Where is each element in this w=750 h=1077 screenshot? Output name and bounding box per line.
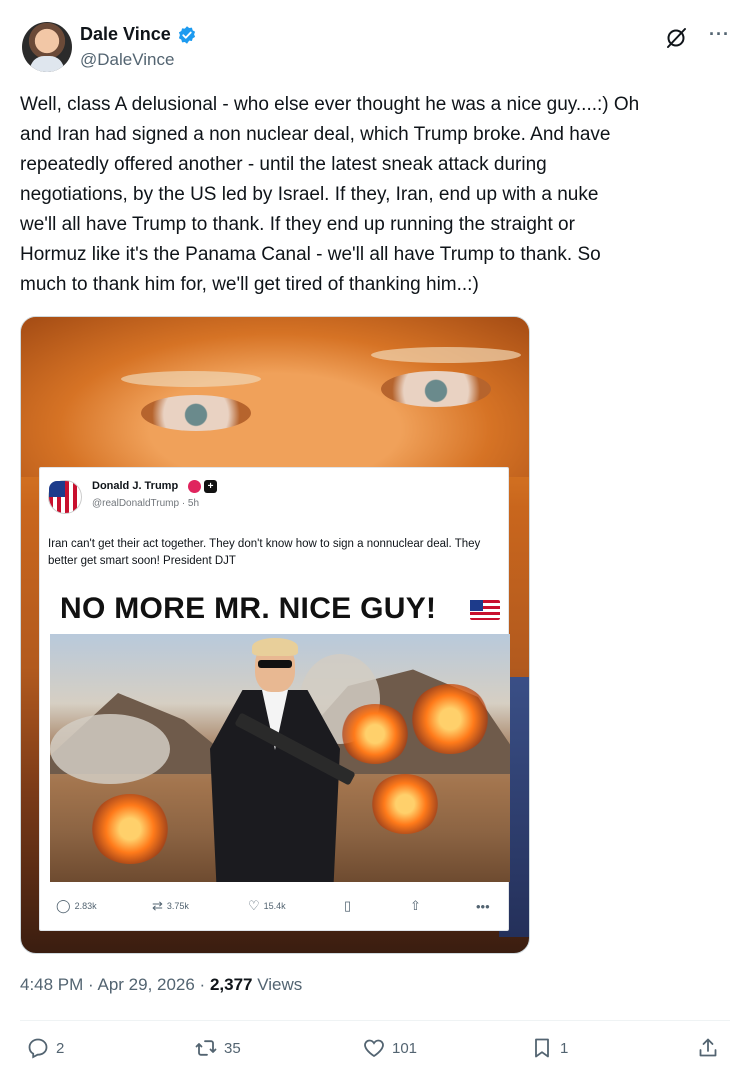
repost-button[interactable]: 35 bbox=[194, 1036, 241, 1060]
repost-icon bbox=[195, 1040, 217, 1056]
embedded-plus-icon: + bbox=[204, 480, 217, 493]
like-button[interactable]: 101 bbox=[362, 1036, 417, 1060]
like-count: 101 bbox=[392, 1039, 418, 1057]
share-button[interactable] bbox=[696, 1036, 720, 1060]
tweet-text: Well, class A delusional - who else ever… bbox=[20, 94, 640, 295]
embedded-actions: ◯ 2.83k ⇄ 3.75k ♡ 15.4k ▯ ⇧ ••• bbox=[56, 898, 496, 914]
embedded-like-count: 15.4k bbox=[263, 901, 286, 911]
eye-left bbox=[141, 395, 251, 431]
embedded-repost-count: 3.75k bbox=[166, 901, 189, 911]
divider bbox=[20, 1020, 730, 1021]
embedded-share: ⇧ bbox=[410, 898, 476, 914]
embedded-scene-image bbox=[50, 634, 510, 882]
embedded-handle: @realDonaldTrump · 5h bbox=[92, 498, 200, 509]
embedded-repost-icon: ⇄ bbox=[152, 898, 163, 913]
embedded-avatar bbox=[48, 480, 82, 514]
tweet-media-image[interactable]: Donald J. Trump + @realDonaldTrump · 5h … bbox=[20, 316, 530, 954]
post-header: Dale Vince @DaleVince ··· bbox=[20, 18, 730, 74]
embedded-like: ♡ 15.4k bbox=[248, 898, 344, 914]
us-flag-icon bbox=[470, 600, 500, 620]
embedded-post-card: Donald J. Trump + @realDonaldTrump · 5h … bbox=[39, 467, 510, 931]
embedded-share-icon: ⇧ bbox=[410, 898, 421, 913]
repost-count: 35 bbox=[224, 1039, 241, 1057]
verified-badge-icon bbox=[178, 25, 195, 44]
embedded-reply-count: 2.83k bbox=[74, 901, 97, 911]
embedded-verified-icon bbox=[188, 480, 201, 493]
embedded-repost: ⇄ 3.75k bbox=[152, 898, 248, 914]
post-timestamp[interactable]: 4:48 PM · Apr 29, 2026 · bbox=[20, 975, 210, 994]
grok-icon[interactable] bbox=[664, 26, 688, 50]
action-bar: 2 35 101 1 bbox=[20, 1036, 730, 1066]
author-name[interactable]: Dale Vince bbox=[80, 24, 171, 45]
embedded-reply-icon: ◯ bbox=[56, 898, 71, 913]
embedded-post-text: Iran can't get their act together. They … bbox=[48, 538, 481, 567]
embedded-like-icon: ♡ bbox=[248, 898, 260, 913]
post-meta: 4:48 PM · Apr 29, 2026 · 2,377 Views bbox=[20, 975, 302, 995]
share-icon bbox=[699, 1038, 717, 1057]
views-count: 2,377 bbox=[209, 975, 253, 994]
author-avatar[interactable] bbox=[22, 22, 72, 72]
reply-icon bbox=[28, 1038, 48, 1059]
figure-silhouette bbox=[200, 638, 356, 882]
embedded-more-icon: ••• bbox=[476, 898, 490, 914]
heart-icon bbox=[364, 1039, 384, 1058]
embedded-reply: ◯ 2.83k bbox=[56, 898, 152, 914]
embedded-bookmark: ▯ bbox=[344, 898, 410, 914]
embedded-bookmark-icon: ▯ bbox=[344, 898, 352, 913]
reply-button[interactable]: 2 bbox=[26, 1036, 64, 1060]
views-label: Views bbox=[252, 975, 303, 994]
embedded-headline: NO MORE MR. NICE GUY! bbox=[60, 592, 437, 625]
embedded-author-name: Donald J. Trump bbox=[92, 480, 179, 492]
bookmark-icon bbox=[535, 1038, 549, 1058]
bookmark-button[interactable]: 1 bbox=[530, 1036, 568, 1060]
author-handle[interactable]: @DaleVince bbox=[80, 50, 174, 70]
reply-count: 2 bbox=[56, 1039, 65, 1057]
more-options-icon[interactable]: ··· bbox=[709, 24, 730, 45]
author-name-row: Dale Vince bbox=[80, 24, 197, 45]
bookmark-count: 1 bbox=[560, 1039, 569, 1057]
eye-right bbox=[381, 371, 491, 407]
embedded-more: ••• bbox=[476, 899, 490, 914]
